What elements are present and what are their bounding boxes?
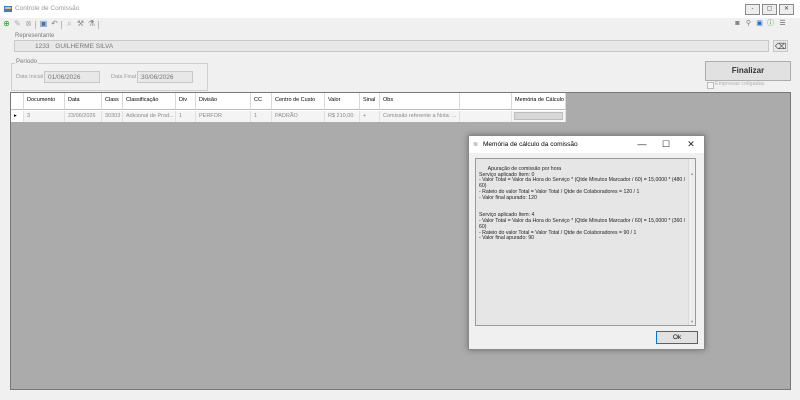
representante-label: Representante	[15, 33, 55, 39]
data-final-field[interactable]: 30/06/2026	[137, 71, 193, 83]
column-header[interactable]: Classificação	[123, 93, 176, 110]
dialog-close-button[interactable]: ✕	[684, 139, 698, 149]
cell-documento[interactable]: 3	[24, 111, 65, 122]
data-inicial-label: Data Inicial	[16, 74, 44, 80]
memo-text: Apuração de comissão por hora Serviço ap…	[479, 165, 686, 242]
finalizar-button[interactable]: Finalizar	[705, 61, 791, 81]
cell-data[interactable]: 23/06/2026	[65, 111, 102, 122]
ok-button[interactable]: Ok	[656, 331, 698, 344]
cell-memoria-calculo[interactable]	[512, 111, 566, 122]
column-header[interactable]: CC	[251, 93, 272, 110]
monitor-icon[interactable]: ▣	[755, 19, 764, 28]
zoom-icon[interactable]: ⚲	[744, 19, 753, 28]
minimize-button[interactable]: -	[745, 4, 760, 15]
dialog-title-bar: ≋ Memória de cálculo da comissão — ☐ ✕	[469, 136, 704, 153]
memoria-calculo-button[interactable]	[514, 112, 563, 120]
column-header[interactable]	[460, 93, 512, 110]
dialog-app-icon: ≋	[473, 142, 479, 148]
add-icon[interactable]: ⊕	[2, 19, 11, 28]
toolbar-separator	[61, 21, 62, 29]
window-controls: - ▢ ✕	[745, 4, 794, 15]
cell-divisao[interactable]: PERFOR	[196, 111, 251, 122]
dialog-title: Memória de cálculo da comissão	[483, 141, 578, 148]
column-header[interactable]: Obs	[380, 93, 460, 110]
filter-icon[interactable]: ⚗	[87, 19, 96, 28]
toolbar-separator	[35, 21, 36, 29]
maximize-button[interactable]: ▢	[762, 4, 777, 15]
column-header[interactable]: Data	[65, 93, 102, 110]
search-icon[interactable]: ⌕	[65, 19, 74, 28]
cell-div[interactable]: 1	[176, 111, 196, 122]
column-header[interactable]: Centro de Custo	[272, 93, 325, 110]
window-title: Controle de Comissão	[15, 5, 80, 12]
column-header[interactable]: Class	[102, 93, 123, 110]
memoria-calculo-textarea[interactable]: Apuração de comissão por hora Serviço ap…	[475, 158, 696, 326]
toolbar	[0, 18, 800, 30]
save-icon[interactable]: ▣	[39, 19, 48, 28]
cell-classificacao[interactable]: Adicional de Prod...	[123, 111, 176, 122]
header-corner	[11, 93, 24, 110]
cell-sinal[interactable]: +	[360, 111, 380, 122]
cell-blank[interactable]	[460, 111, 512, 122]
scroll-up-icon[interactable]: ▲	[689, 171, 695, 177]
app-icon	[4, 6, 12, 12]
delete-icon[interactable]: ⊗	[24, 19, 33, 28]
cell-centro-custo[interactable]: PADRÃO	[272, 111, 325, 122]
table-row[interactable]: ▸ 3 23/06/2026 30303 Adicional de Prod..…	[11, 111, 566, 122]
empresas-coligadas-label: Empresas coligadas	[715, 81, 765, 87]
lookup-button[interactable]: ⌫	[773, 40, 788, 52]
cell-cc[interactable]: 1	[251, 111, 272, 122]
title-bar: Controle de Comissão - ▢ ✕	[0, 0, 800, 18]
data-inicial-field[interactable]: 01/06/2026	[44, 71, 100, 83]
menu-icon[interactable]: ☰	[778, 19, 787, 28]
dialog-maximize-button[interactable]: ☐	[659, 139, 673, 149]
toolbar-separator	[98, 21, 99, 29]
cell-obs[interactable]: Comissão referente a Nota: ...	[380, 111, 460, 122]
empresas-coligadas-checkbox[interactable]	[707, 82, 714, 89]
dialog-minimize-button[interactable]: —	[635, 139, 649, 149]
cell-class[interactable]: 30303	[102, 111, 123, 122]
camera-icon[interactable]: ◙	[733, 19, 742, 28]
column-header[interactable]: Valor	[325, 93, 360, 110]
cell-valor[interactable]: R$ 210,00	[325, 111, 360, 122]
edit-icon[interactable]: ✎	[13, 19, 22, 28]
memoria-calculo-dialog: ≋ Memória de cálculo da comissão — ☐ ✕ A…	[468, 135, 705, 350]
representante-field[interactable]: 1233 GUILHERME SILVA	[14, 40, 769, 52]
scroll-down-icon[interactable]: ▼	[689, 319, 695, 325]
undo-icon[interactable]: ↶	[50, 19, 59, 28]
column-header[interactable]: Memória de Cálculo	[512, 93, 566, 110]
column-header[interactable]: Div	[176, 93, 196, 110]
info-icon[interactable]: ⓘ	[766, 19, 775, 28]
tools-icon[interactable]: ⚒	[76, 19, 85, 28]
column-header[interactable]: Sinal	[360, 93, 380, 110]
representante-code: 1233	[35, 43, 50, 50]
column-header[interactable]: Documento	[24, 93, 65, 110]
eraser-icon: ⌫	[774, 42, 787, 51]
column-header[interactable]: Divisão	[196, 93, 251, 110]
data-final-label: Data Final	[111, 74, 137, 80]
representante-name: GUILHERME SILVA	[55, 43, 114, 50]
row-indicator: ▸	[11, 111, 24, 122]
close-button[interactable]: ✕	[779, 4, 794, 15]
main-window: Controle de Comissão - ▢ ✕ ⊕ ✎ ⊗ ▣ ↶ ⌕ ⚒…	[0, 0, 800, 400]
grid-header: Documento Data Class Classificação Div D…	[11, 93, 566, 111]
memo-scrollbar[interactable]: ▲ ▼	[688, 159, 695, 325]
periodo-label: Período	[15, 59, 39, 65]
